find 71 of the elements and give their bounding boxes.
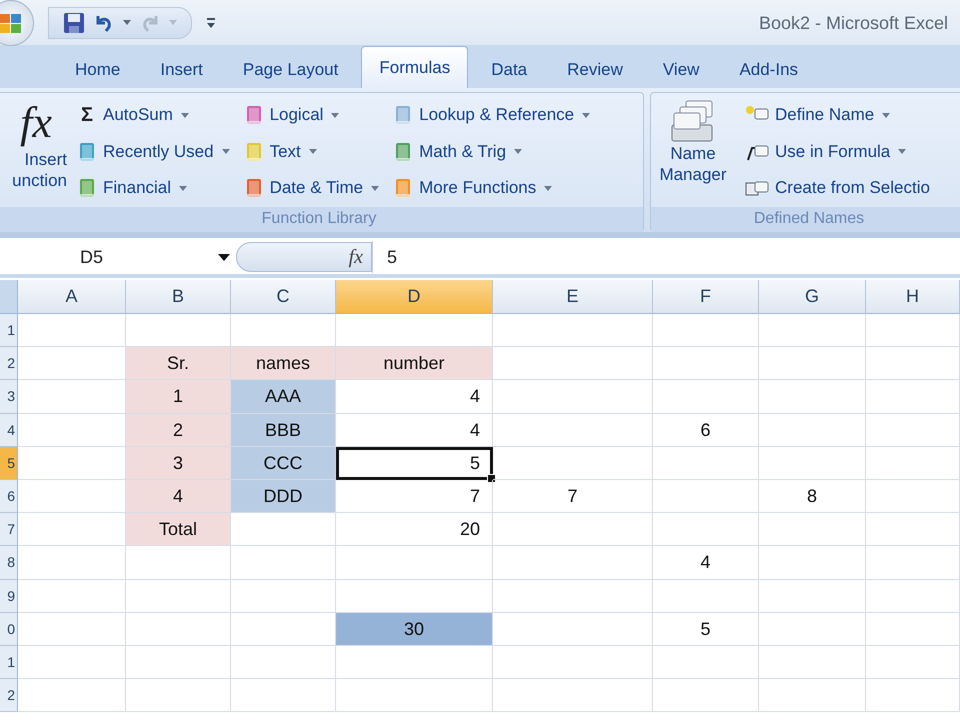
formula-field[interactable]: 5 (372, 241, 960, 273)
table-cell: 4 (653, 546, 759, 580)
table-cell: 8 (759, 480, 866, 514)
column-header[interactable]: F (653, 280, 759, 314)
table-cell: names (231, 347, 336, 380)
column-header[interactable]: A (18, 280, 126, 314)
group-label: Function Library (0, 206, 643, 232)
ribbon-tab[interactable]: Insert (143, 52, 220, 88)
ribbon-menu-button[interactable]: Create from Selectio (741, 170, 934, 206)
ribbon-menu-button[interactable]: Use in Formula (741, 134, 934, 170)
column-header[interactable]: B (126, 280, 231, 314)
ribbon-menu-button[interactable]: Define Name (741, 97, 934, 134)
table-cell: 5 (336, 446, 493, 480)
ribbon-tab[interactable]: Formulas (361, 46, 468, 88)
ribbon-menu-button[interactable]: Financial (73, 170, 234, 206)
insert-function-button[interactable]: fx Insert unction (0, 97, 67, 206)
ribbon-menu-button[interactable]: Recently Used (73, 134, 234, 170)
ribbon-tab[interactable]: Page Layout (226, 52, 356, 88)
table-cell: Total (126, 513, 231, 546)
column-header[interactable]: E (493, 280, 653, 314)
ribbon-tab[interactable]: Data (474, 52, 544, 88)
row-header[interactable]: 2 (0, 347, 18, 380)
table-cell: 30 (336, 612, 493, 646)
ribbon-tab[interactable]: View (646, 52, 716, 88)
ribbon-menu-button[interactable]: Logical (240, 97, 384, 134)
ribbon-tab[interactable]: Add-Ins (722, 52, 816, 88)
ribbon-menu-button[interactable]: Math & Trig (389, 134, 594, 170)
ribbon-menu-button[interactable]: Date & Time (240, 170, 384, 206)
table-cell: AAA (231, 380, 336, 414)
ribbon-tab[interactable]: Home (58, 52, 138, 88)
table-cell: 7 (493, 480, 653, 514)
insert-function-button[interactable]: fx (236, 242, 372, 272)
table-cell: 5 (653, 612, 759, 646)
table-cell: 20 (336, 513, 493, 546)
table-cell: 4 (126, 480, 231, 514)
window-title: Book2 - Microsoft Excel (758, 13, 948, 34)
table-cell: Sr. (126, 347, 231, 380)
row-header[interactable]: 8 (0, 546, 18, 580)
ribbon-menu-button[interactable]: Lookup & Reference (389, 97, 594, 134)
row-header[interactable]: 1 (0, 314, 18, 348)
table-cell: CCC (231, 446, 336, 480)
ribbon-menu-button[interactable]: Σ AutoSum (73, 97, 234, 134)
row-header[interactable]: 3 (0, 380, 18, 414)
row-header[interactable]: 4 (0, 414, 18, 447)
table-cell: BBB (231, 414, 336, 447)
group-label: Defined Names (651, 206, 960, 232)
table-cell: 2 (126, 414, 231, 447)
table-cell: 7 (336, 480, 493, 514)
row-header[interactable]: 9 (0, 580, 18, 613)
table-cell: 4 (336, 414, 493, 447)
row-header[interactable]: 0 (0, 612, 18, 646)
column-header[interactable]: C (231, 280, 336, 314)
column-header[interactable]: G (759, 280, 866, 314)
ribbon-menu-button[interactable]: Text (240, 134, 384, 170)
row-header[interactable]: 5 (0, 446, 18, 480)
ribbon-menu-button[interactable]: More Functions (389, 170, 594, 206)
table-cell: 6 (653, 414, 759, 447)
column-header[interactable]: H (866, 280, 960, 314)
table-cell: 3 (126, 446, 231, 480)
table-cell: 4 (336, 380, 493, 414)
row-header[interactable]: 2 (0, 679, 18, 712)
table-cell: DDD (231, 480, 336, 514)
table-cell: 1 (126, 380, 231, 414)
ribbon-tab[interactable]: Review (550, 52, 640, 88)
column-header[interactable]: D (336, 280, 493, 314)
name-box[interactable]: D5 (0, 246, 236, 268)
table-cell: number (336, 347, 493, 380)
name-manager-button[interactable]: Name Manager (651, 97, 735, 206)
row-header[interactable]: 1 (0, 646, 18, 680)
row-header[interactable]: 6 (0, 480, 18, 514)
row-header[interactable]: 7 (0, 513, 18, 546)
